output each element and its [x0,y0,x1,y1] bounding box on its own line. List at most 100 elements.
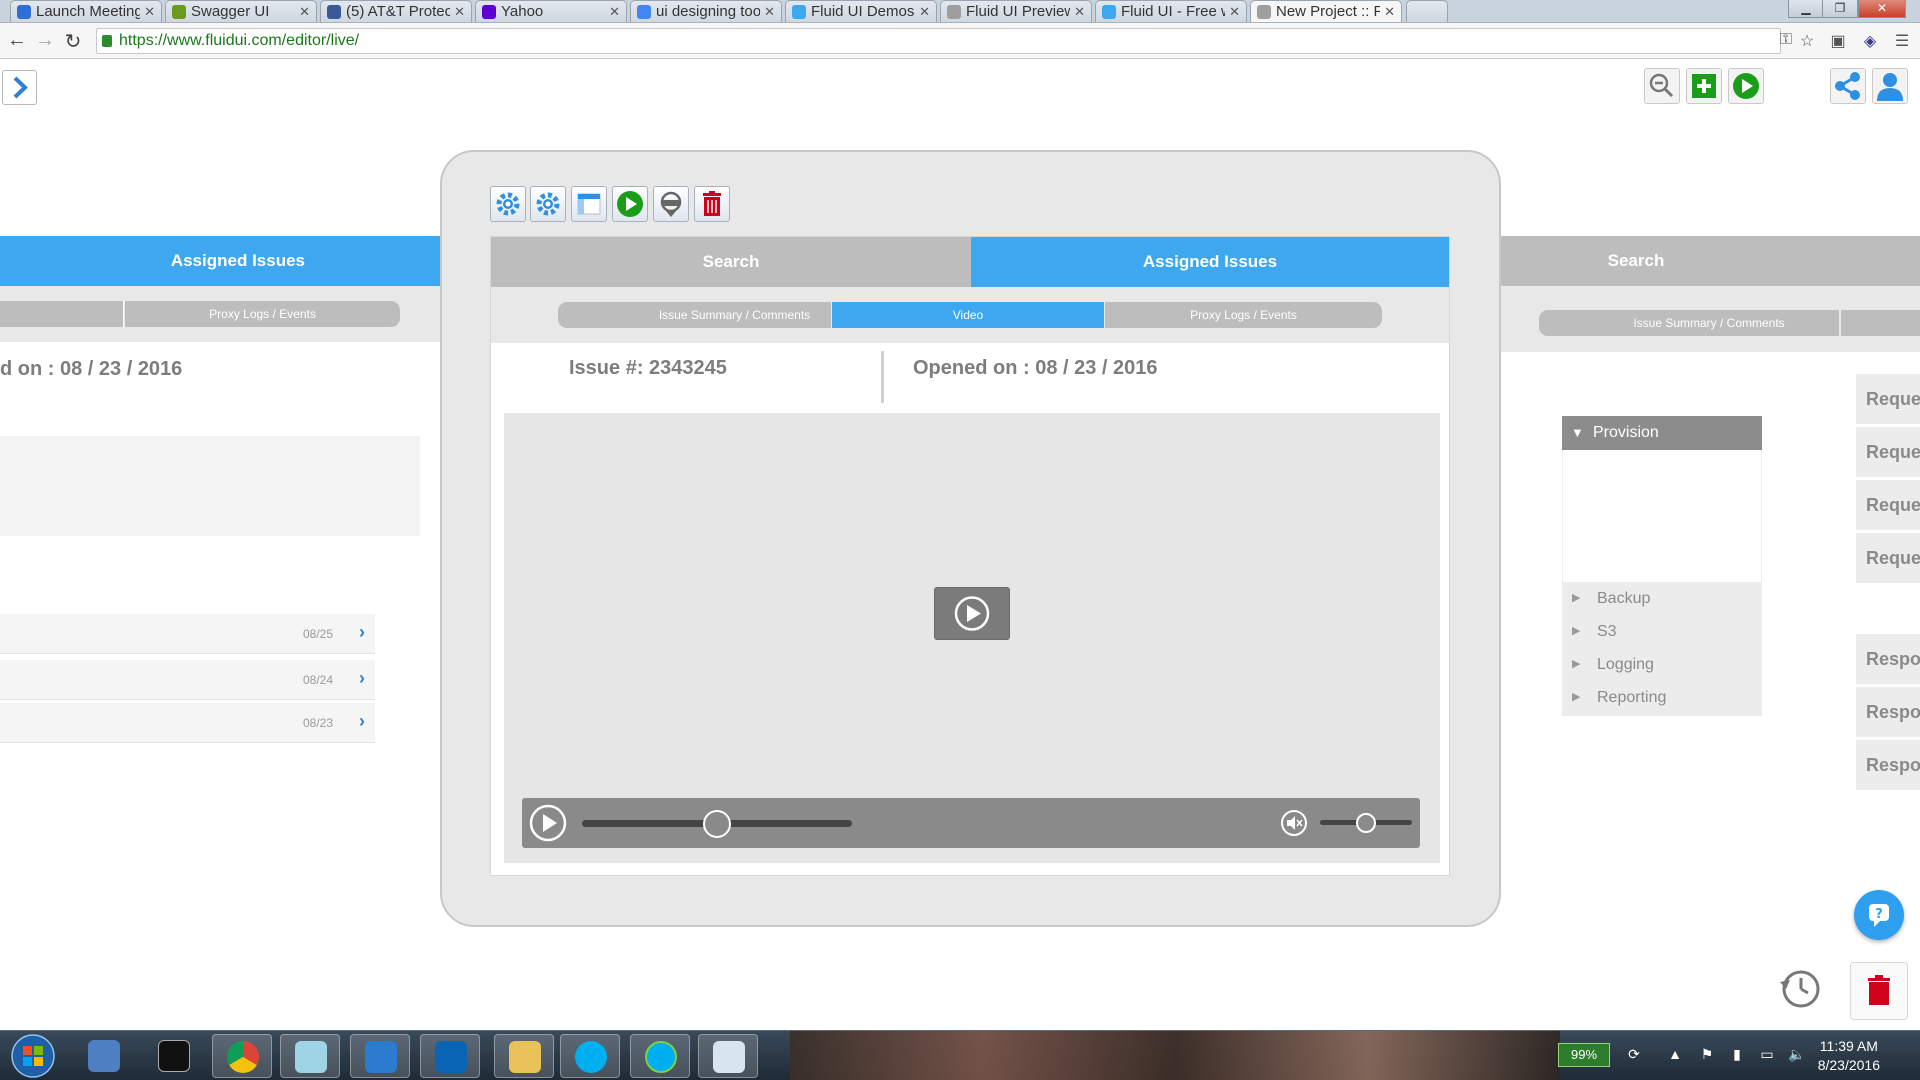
response-row[interactable]: Respo [1856,740,1920,790]
video-play-button[interactable] [934,587,1010,640]
key-icon[interactable]: ⚿ [1776,31,1796,51]
tab-assigned-issues[interactable]: Assigned Issues [0,236,470,286]
network-tray-icon[interactable]: ▭ [1758,1046,1776,1064]
tab-close-icon[interactable]: ✕ [764,4,775,20]
star-icon[interactable]: ☆ [1797,31,1817,51]
screen-layout-button[interactable] [571,186,607,222]
segment-proxy-logs[interactable]: Proxy Logs / Events [125,301,400,327]
url-field[interactable]: https://www.fluidui.com/editor/live/ [96,28,1781,54]
tab-close-icon[interactable]: ✕ [609,4,620,20]
taskbar-paint-app[interactable] [698,1034,758,1078]
browser-tab[interactable]: Yahoo ✕ [475,0,627,22]
lock-icon [102,35,112,47]
control-play-icon[interactable] [527,802,569,844]
taskbar-lync-app[interactable] [350,1034,410,1078]
segment-proxy-logs[interactable]: Proxy Logs / Events [1105,302,1382,328]
segment-issue-summary[interactable]: Issue Summary / Comments [558,302,831,328]
tree-item[interactable]: ▶ Backup [1562,582,1762,615]
clock-time: 11:39 AM [1819,1038,1878,1054]
url-text: https://www.fluidui.com/editor/live/ [119,32,360,49]
close-window-button[interactable]: ✕ [1858,0,1906,18]
extension-icon[interactable]: ◈ [1860,31,1880,51]
browser-tab[interactable]: Fluid UI - Free web ✕ [1095,0,1247,22]
maximize-button[interactable]: ❐ [1822,0,1858,18]
screen-link-button[interactable] [653,186,689,222]
new-tab-button[interactable] [1406,0,1448,22]
browser-tab-active[interactable]: New Project :: Fluid ✕ [1250,0,1402,22]
list-item[interactable]: 08/25 › [0,614,375,654]
volume-thumb[interactable] [1356,813,1376,833]
tab-close-icon[interactable]: ✕ [1074,4,1085,20]
device-icon[interactable]: ▮ [1728,1046,1746,1064]
expand-panel-button[interactable] [2,70,37,105]
progress-thumb[interactable] [703,810,731,838]
browser-tab[interactable]: (5) AT&T Protect Plu ✕ [320,0,472,22]
taskbar-skype-app[interactable] [560,1034,620,1078]
taskbar-network-app[interactable] [74,1034,134,1078]
request-row[interactable]: Reque [1856,480,1920,530]
tab-assigned-issues[interactable]: Assigned Issues [971,237,1449,287]
sync-icon[interactable]: ⟳ [1625,1046,1643,1064]
browser-tab[interactable]: ui designing tools fr ✕ [630,0,782,22]
tree-header[interactable]: ▼ Provision [1562,416,1762,450]
start-button-icon[interactable] [8,1031,58,1080]
mute-icon[interactable] [1279,808,1309,838]
request-row[interactable]: Reque [1856,427,1920,477]
delete-button[interactable] [1850,962,1908,1020]
user-account-button[interactable] [1872,68,1908,104]
tab-close-icon[interactable]: ✕ [299,4,310,20]
browser-tab[interactable]: Launch Meeting - Za ✕ [10,0,162,22]
request-row[interactable]: Reque [1856,533,1920,583]
response-row[interactable]: Respo [1856,687,1920,737]
request-row[interactable]: Reque [1856,374,1920,424]
show-hidden-icons[interactable]: ▲ [1666,1046,1684,1064]
history-button[interactable] [1778,966,1824,1012]
minimize-button[interactable]: ▁ [1788,0,1824,18]
system-clock[interactable]: 11:39 AM 8/23/2016 [1818,1037,1880,1075]
taskbar-explorer-app[interactable] [494,1034,554,1078]
battery-indicator[interactable]: 99% [1558,1043,1610,1067]
tab-close-icon[interactable]: ✕ [1229,4,1240,20]
volume-tray-icon[interactable]: 🔈 [1788,1046,1806,1064]
screen-left[interactable]: Assigned Issues Proxy Logs / Events d on… [0,236,470,876]
taskbar-chrome-app[interactable] [212,1034,272,1078]
list-item[interactable]: 08/23 › [0,703,375,743]
screen-properties-button[interactable] [530,186,566,222]
tree-item[interactable]: ▶ Logging [1562,648,1762,681]
list-item[interactable]: 08/24 › [0,660,375,700]
taskbar-cmd-app[interactable] [144,1034,204,1078]
help-chat-button[interactable]: ? [1854,890,1904,940]
tab-close-icon[interactable]: ✕ [454,4,465,20]
browser-tab[interactable]: Fluid UI Preview: iPh ✕ [940,0,1092,22]
segment-issue-summary[interactable]: Issue Summary / Comments [1539,310,1839,336]
response-row[interactable]: Respo [1856,634,1920,684]
browser-tab[interactable]: Fluid UI Demos ✕ [785,0,937,22]
share-button[interactable] [1830,68,1866,104]
screen-settings-button[interactable] [490,186,526,222]
taskbar-skype-business-app[interactable] [630,1034,690,1078]
tab-close-icon[interactable]: ✕ [144,4,155,20]
tab-search[interactable]: Search [1471,236,1920,286]
back-icon[interactable]: ← [6,29,28,52]
zoom-out-button[interactable] [1644,68,1680,104]
tab-search[interactable]: Search [491,237,971,287]
action-center-icon[interactable]: ⚑ [1698,1046,1716,1064]
taskbar-notepad-app[interactable] [280,1034,340,1078]
tree-item[interactable]: ▶ S3 [1562,615,1762,648]
segment-issue-summary[interactable] [0,301,124,327]
forward-icon[interactable]: → [34,29,56,52]
tab-close-icon[interactable]: ✕ [1384,4,1395,20]
browser-tab[interactable]: Swagger UI ✕ [165,0,317,22]
segment-video[interactable] [1841,310,1920,336]
extension-icon[interactable]: ▣ [1828,31,1848,51]
tab-close-icon[interactable]: ✕ [919,4,930,20]
screen-play-button[interactable] [612,186,648,222]
reload-icon[interactable]: ↻ [62,29,84,54]
delete-screen-button[interactable] [694,186,730,222]
tree-item[interactable]: ▶ Reporting [1562,681,1762,714]
taskbar-outlook-app[interactable] [420,1034,480,1078]
segment-video[interactable]: Video [832,302,1104,328]
add-screen-button[interactable] [1686,68,1722,104]
menu-icon[interactable]: ☰ [1892,31,1912,51]
play-preview-button[interactable] [1728,68,1764,104]
